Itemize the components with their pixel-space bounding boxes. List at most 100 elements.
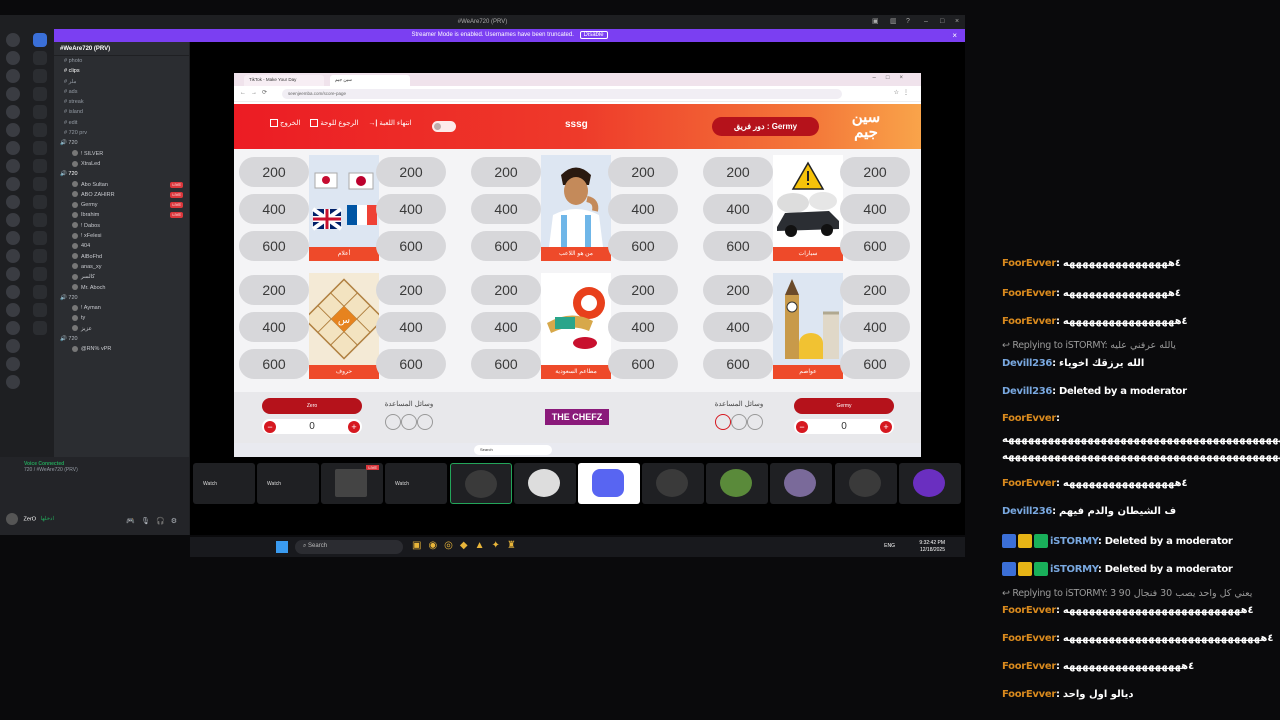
server-icon[interactable] xyxy=(6,33,20,47)
question-cell[interactable]: 200 xyxy=(471,157,541,187)
server-icon[interactable] xyxy=(6,213,20,227)
close-icon[interactable]: × xyxy=(952,29,957,42)
question-cell[interactable]: 600 xyxy=(840,349,910,379)
server-icon[interactable] xyxy=(6,321,20,335)
stream-tile[interactable]: LIVE xyxy=(321,463,383,504)
voice-user[interactable]: ! xFelesi xyxy=(54,231,189,241)
plus-button[interactable]: + xyxy=(880,420,892,433)
question-cell[interactable]: 600 xyxy=(703,349,773,379)
participant-tile[interactable] xyxy=(835,463,897,504)
participant-tile[interactable] xyxy=(514,463,576,504)
server-icon[interactable] xyxy=(6,159,20,173)
stream-tile[interactable]: Watch xyxy=(193,463,255,504)
toggle-switch[interactable] xyxy=(432,121,456,132)
channel-item[interactable]: # ads xyxy=(54,87,189,97)
server-icon[interactable] xyxy=(33,51,47,65)
participant-tile[interactable] xyxy=(642,463,704,504)
helper-icon[interactable] xyxy=(385,414,401,430)
helper-icon[interactable] xyxy=(417,414,433,430)
server-icon[interactable] xyxy=(33,69,47,83)
channel-item[interactable]: # 720 prv xyxy=(54,128,189,138)
voice-user[interactable]: ABO ZAHIRR LIVE xyxy=(54,190,189,200)
windows-start-icon[interactable] xyxy=(276,541,288,553)
voice-user[interactable]: AlBoFhd xyxy=(54,252,189,262)
question-cell[interactable]: 200 xyxy=(608,275,678,305)
voice-user[interactable]: عزيز xyxy=(54,324,189,334)
question-cell[interactable]: 200 xyxy=(703,275,773,305)
question-cell[interactable]: 200 xyxy=(239,275,309,305)
player-image[interactable]: من هو اللاعب xyxy=(541,155,611,261)
participant-tile[interactable] xyxy=(578,463,640,504)
user-controls[interactable]: 🎮🎙🎧⚙ xyxy=(126,517,183,525)
question-cell[interactable]: 600 xyxy=(840,231,910,261)
close-button[interactable]: × xyxy=(955,15,959,29)
capitals-image[interactable]: عواصم xyxy=(773,273,843,379)
browser-tab[interactable]: TikTok - Make Your Day xyxy=(244,75,324,86)
maximize-button[interactable]: □ xyxy=(940,15,944,29)
question-cell[interactable]: 600 xyxy=(471,231,541,261)
server-icon[interactable] xyxy=(6,231,20,245)
question-cell[interactable]: 200 xyxy=(239,157,309,187)
server-icon[interactable] xyxy=(6,339,20,353)
server-icon[interactable] xyxy=(33,267,47,281)
pin-icon[interactable]: ▥ xyxy=(890,15,897,29)
question-cell[interactable]: 200 xyxy=(840,157,910,187)
lang-indicator[interactable]: ENG xyxy=(884,543,895,549)
voice-user[interactable]: anas_xy xyxy=(54,262,189,272)
disable-button[interactable]: Disable xyxy=(579,31,608,39)
question-cell[interactable]: 400 xyxy=(703,194,773,224)
question-cell[interactable]: 400 xyxy=(840,194,910,224)
server-icon[interactable] xyxy=(33,231,47,245)
server-icon[interactable] xyxy=(33,123,47,137)
question-cell[interactable]: 400 xyxy=(608,194,678,224)
server-icon[interactable] xyxy=(33,105,47,119)
window-controls[interactable]: –□× xyxy=(873,75,913,81)
voice-user[interactable]: Abo Sultan LIVE xyxy=(54,180,189,190)
voice-channel[interactable]: 🔊 720 xyxy=(54,293,189,303)
voice-user[interactable]: Mr. Aboch xyxy=(54,283,189,293)
channel-item[interactable]: # edit xyxy=(54,118,189,128)
avatar[interactable] xyxy=(6,513,18,525)
question-cell[interactable]: 400 xyxy=(239,194,309,224)
server-icon[interactable] xyxy=(33,195,47,209)
server-icon[interactable] xyxy=(6,285,20,299)
question-cell[interactable]: 400 xyxy=(239,312,309,342)
voice-user[interactable]: ! Dabos xyxy=(54,221,189,231)
server-icon[interactable] xyxy=(33,249,47,263)
helper-icon[interactable] xyxy=(401,414,417,430)
participant-tile[interactable] xyxy=(450,463,512,504)
question-cell[interactable]: 200 xyxy=(471,275,541,305)
server-icon[interactable] xyxy=(6,141,20,155)
helper-icon[interactable] xyxy=(747,414,763,430)
voice-user[interactable]: 404 xyxy=(54,241,189,251)
stream-tile[interactable]: Watch xyxy=(385,463,447,504)
url-field[interactable]: seenjeemba.com/score-page xyxy=(282,89,842,99)
participant-tile[interactable] xyxy=(899,463,961,504)
server-icon[interactable] xyxy=(6,375,20,389)
server-icon[interactable] xyxy=(6,267,20,281)
plus-button[interactable]: + xyxy=(348,420,360,433)
flags-image[interactable]: أعلام xyxy=(309,155,379,261)
question-cell[interactable]: 600 xyxy=(239,349,309,379)
taskbar-search[interactable]: ⌕ Search xyxy=(295,540,403,554)
participant-tile[interactable] xyxy=(706,463,768,504)
server-icon[interactable] xyxy=(33,285,47,299)
server-icon[interactable] xyxy=(33,177,47,191)
restaurants-image[interactable]: مطاعم السعودية xyxy=(541,273,611,379)
voice-user[interactable]: XtraLed xyxy=(54,159,189,169)
server-icon[interactable] xyxy=(6,303,20,317)
end-game-button[interactable]: →| انتهاء اللعبة xyxy=(368,119,411,127)
question-cell[interactable]: 600 xyxy=(608,349,678,379)
server-icon[interactable] xyxy=(33,213,47,227)
server-name[interactable]: #WeAre720 (PRV) xyxy=(54,42,189,56)
question-cell[interactable]: 600 xyxy=(608,231,678,261)
back-to-board-button[interactable]: الرجوع للوحة xyxy=(310,119,358,128)
question-cell[interactable]: 600 xyxy=(471,349,541,379)
cars-image[interactable]: سيارات xyxy=(773,155,843,261)
inbox-icon[interactable]: ▣ xyxy=(872,15,879,29)
server-icon[interactable] xyxy=(6,249,20,263)
voice-user[interactable]: Ibrahim LIVE xyxy=(54,210,189,220)
channel-item[interactable]: # photo xyxy=(54,56,189,66)
minus-button[interactable]: − xyxy=(264,420,276,433)
voice-user[interactable]: Germy LIVE xyxy=(54,200,189,210)
